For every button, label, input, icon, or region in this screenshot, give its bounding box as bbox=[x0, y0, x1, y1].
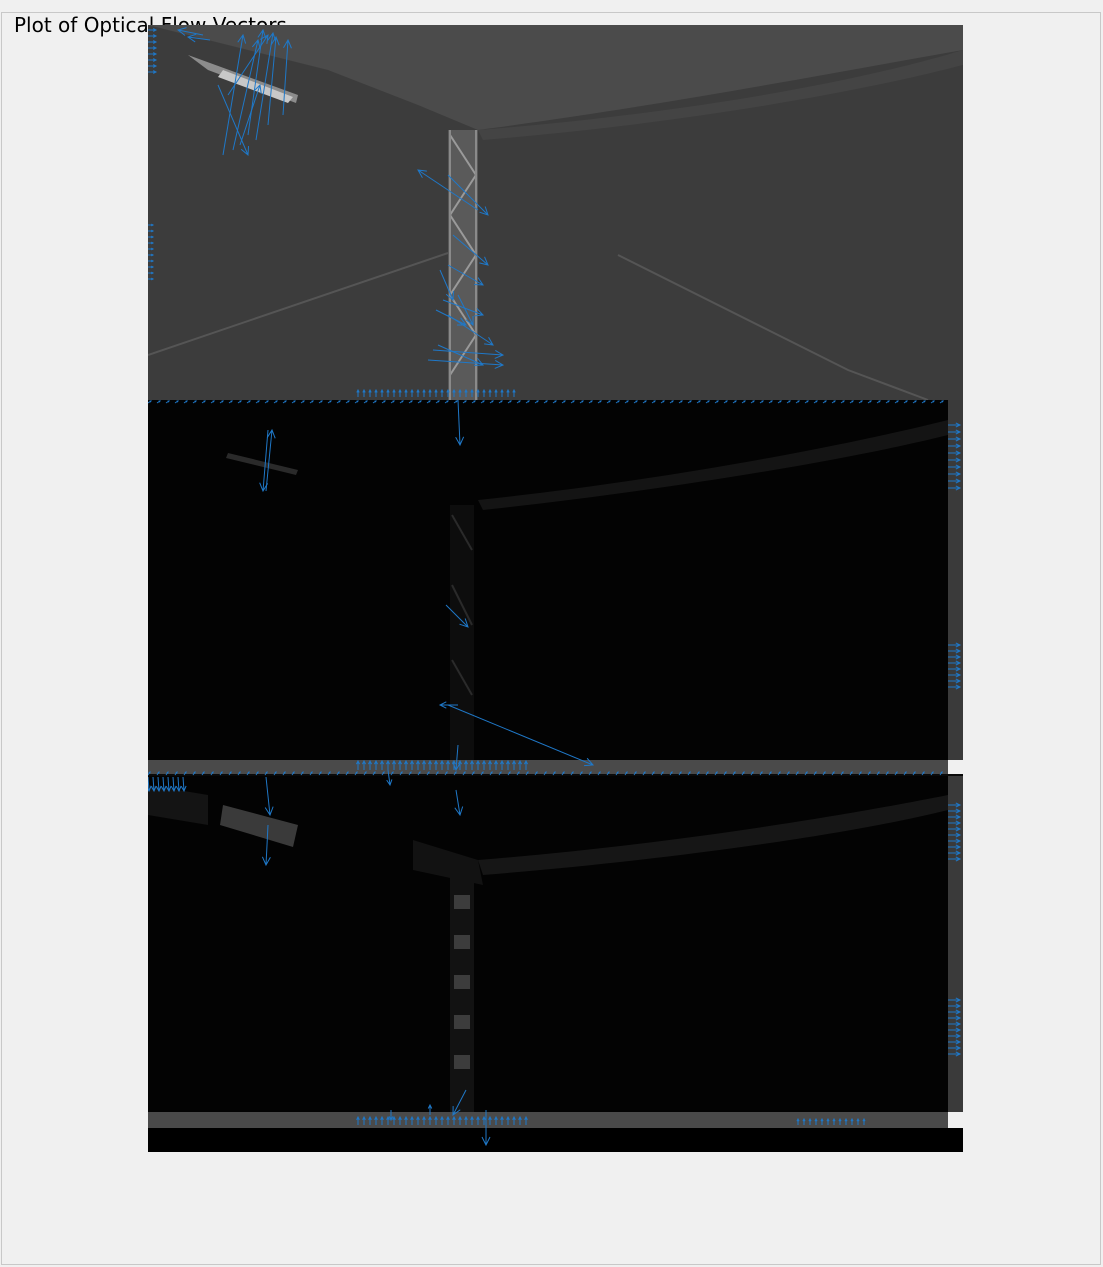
magnitude-frame-2 bbox=[148, 776, 963, 1152]
grayscale-frame bbox=[148, 25, 963, 401]
magnitude-frame-1 bbox=[148, 400, 963, 760]
separator-band bbox=[148, 760, 948, 774]
optical-flow-plot bbox=[148, 25, 963, 1152]
optical-flow-axes[interactable] bbox=[148, 25, 963, 1152]
